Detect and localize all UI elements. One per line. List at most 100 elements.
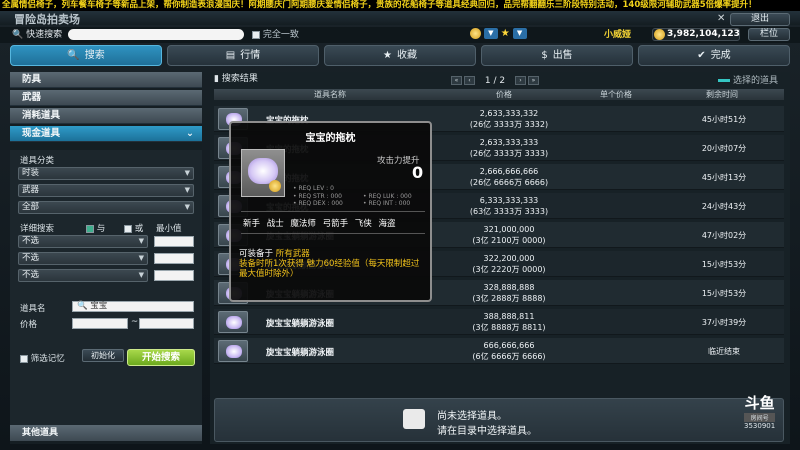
or-checkbox[interactable] [124, 224, 132, 233]
first-page-icon[interactable]: « [451, 76, 462, 85]
tab-market-label: 行情 [240, 50, 261, 61]
table-row[interactable]: 旋宝宝躺躺游泳圈 388,888,811 (3亿 8888万 8811) 37小时39… [214, 309, 784, 335]
select-value: 不选 [22, 270, 40, 280]
category-consumable[interactable]: 消耗道具 [10, 108, 202, 124]
empty-selection-panel: 尚未选择道具。 请在目录中选择道具。 [214, 398, 784, 442]
coin-icon[interactable] [470, 28, 481, 39]
category-sidebar: 防具 武器 消耗道具 现金道具 ⌄ 道具分类 时装 ▼ 武器 ▼ 全部 ▼ 详细搜索 与… [10, 72, 202, 444]
close-icon[interactable]: ✕ [717, 13, 725, 24]
price-label: 价格 [20, 320, 38, 330]
item-price-detail: (3亿 2888万 8888) [472, 294, 546, 303]
item-price-detail: (26亿 3333万 3332) [469, 120, 549, 129]
req-luk: • REQ LUK : 000 [363, 193, 412, 200]
and-option[interactable]: 与 [86, 222, 105, 234]
slot-button[interactable]: 栏位 [748, 28, 790, 41]
detail-select-1[interactable]: 不选 ▼ [18, 235, 148, 248]
item-class-select-2[interactable]: 武器 ▼ [18, 184, 194, 197]
tab-favorites[interactable]: ★ 收藏 [324, 45, 476, 66]
filter-toggles: ▼ ★ ▼ [470, 28, 527, 42]
detail-select-3[interactable]: 不选 ▼ [18, 269, 148, 282]
exact-match-option[interactable]: 完全一致 [252, 29, 299, 41]
prev-page-icon[interactable]: ‹ [464, 76, 475, 85]
and-checkbox[interactable] [86, 224, 94, 233]
item-graphic [226, 345, 242, 358]
time-left: 15小时53分 [701, 289, 747, 298]
last-page-icon[interactable]: » [527, 76, 539, 85]
item-tooltip: 宝宝的拖枕 攻击力提升 0 • REQ LEV : 0 • REQ STR : … [229, 121, 432, 302]
next-page-icon[interactable]: › [514, 76, 526, 85]
results-header: ▮ 搜索结果 «‹ 1 / 2 ›» 选择的道具 [214, 72, 786, 86]
col-price[interactable]: 价格 [496, 89, 512, 100]
exact-match-checkbox[interactable] [252, 30, 260, 39]
min-value-input-2[interactable] [154, 253, 194, 264]
item-price-detail: (26亿 3333万 3333) [469, 149, 549, 158]
req-dex: • REQ DEX : 000 [293, 200, 343, 207]
tab-market[interactable]: ▤ 行情 [167, 45, 319, 66]
equip-info: 可装备于 所有武器 [239, 247, 310, 259]
top-toolbar: 🔍 快速搜索 完全一致 ▼ ★ ▼ 小威娅 3,982,104,123 栏位 [0, 27, 800, 43]
col-unit-price[interactable]: 单个价格 [600, 89, 632, 100]
item-class-select-3[interactable]: 全部 ▼ [18, 201, 194, 214]
star-icon[interactable]: ★ [501, 28, 510, 39]
col-time-left[interactable]: 剩余时间 [706, 89, 738, 100]
check-icon: ✔ [697, 50, 706, 61]
detail-select-2[interactable]: 不选 ▼ [18, 252, 148, 265]
exit-label: 退出 [750, 14, 769, 24]
tab-sell[interactable]: $ 出售 [481, 45, 633, 66]
meso-balance: 3,982,104,123 [652, 28, 740, 41]
search-icon: 🔍 [12, 30, 24, 40]
item-price-detail: (6亿 6666万 6666) [472, 352, 546, 361]
stream-watermark: 斗鱼 房间号 3530901 [744, 392, 776, 430]
chevron-down-icon[interactable]: ▼ [512, 28, 527, 39]
empty-message-2: 请在目录中选择道具。 [437, 426, 537, 437]
time-left: 45小时13分 [701, 173, 747, 182]
category-cash-label: 现金道具 [22, 128, 61, 139]
coin-icon: $ [541, 50, 548, 61]
tab-complete-label: 完成 [710, 50, 731, 61]
item-price: 2,633,333,333 [479, 138, 539, 147]
item-description: 装备时所1次获得 魅力60经验值（每天限制超过最大值时除外） [239, 259, 420, 279]
category-other[interactable]: 其他道具 [10, 425, 202, 441]
tab-complete[interactable]: ✔ 完成 [638, 45, 790, 66]
table-row[interactable]: 旋宝宝躺躺游泳圈 666,666,666 (6亿 6666万 6666) 临近结束 [214, 338, 784, 364]
price-max-input[interactable] [139, 318, 194, 329]
item-name-input[interactable]: 🔍 宝宝 [72, 301, 194, 312]
filter-memory-checkbox[interactable] [20, 354, 28, 363]
filter-memory-option[interactable]: 筛选记忆 [20, 352, 65, 364]
category-cash[interactable]: 现金道具 ⌄ [10, 126, 202, 142]
exit-button[interactable]: ✕ 退出 [717, 13, 790, 26]
price-separator: ~ [131, 317, 139, 327]
price-min-input[interactable] [72, 318, 128, 329]
tab-search[interactable]: 🔍 搜索 [10, 45, 162, 66]
item-class-label: 道具分类 [20, 156, 55, 166]
tab-favorites-label: 收藏 [396, 50, 417, 61]
category-weapon[interactable]: 武器 [10, 90, 202, 106]
start-search-button[interactable]: 开始搜索 [127, 349, 195, 366]
min-value-input-1[interactable] [154, 236, 194, 247]
chevron-down-icon: ▼ [184, 186, 190, 194]
item-price-detail: (26亿 6666万 6666) [469, 178, 549, 187]
min-value-input-3[interactable] [154, 270, 194, 281]
item-price-detail: (63亿 3333万 3333) [469, 207, 549, 216]
reset-button[interactable]: 初始化 [82, 349, 124, 362]
item-icon [218, 340, 248, 362]
time-left: 15小时53分 [701, 260, 747, 269]
item-price-detail: (3亿 2220万 0000) [472, 265, 546, 274]
room-label: 房间号 [744, 413, 776, 422]
time-left: 37小时39分 [701, 318, 747, 327]
item-name: 旋宝宝躺躺游泳圈 [266, 319, 335, 329]
category-armor[interactable]: 防具 [10, 72, 202, 88]
item-price: 321,000,000 [483, 225, 535, 234]
filter-panel: 道具分类 时装 ▼ 武器 ▼ 全部 ▼ 详细搜索 与 或 最小值 不选 ▼ 不选 ▼ 不选… [10, 150, 202, 435]
col-name[interactable]: 道具名称 [314, 89, 346, 100]
chevron-down-icon[interactable]: ▼ [483, 28, 498, 39]
username: 小威娅 [604, 30, 632, 40]
announcement-marquee: 全属情侣椅子，列车餐车椅子等新品上架，帮你制造表浪漫国庆！阿期腰庆门阿期腰庆爱情… [0, 0, 800, 11]
item-class-select-1[interactable]: 时装 ▼ [18, 167, 194, 180]
item-pillow-icon [241, 149, 285, 197]
quick-search-label: 🔍 快速搜索 [12, 29, 62, 41]
meso-value: 3,982,104,123 [667, 29, 740, 39]
or-option[interactable]: 或 [124, 222, 143, 234]
job-list: 新手 战士 魔法师 弓箭手 飞侠 海盗 [243, 219, 396, 229]
quick-search-input[interactable] [68, 29, 244, 40]
